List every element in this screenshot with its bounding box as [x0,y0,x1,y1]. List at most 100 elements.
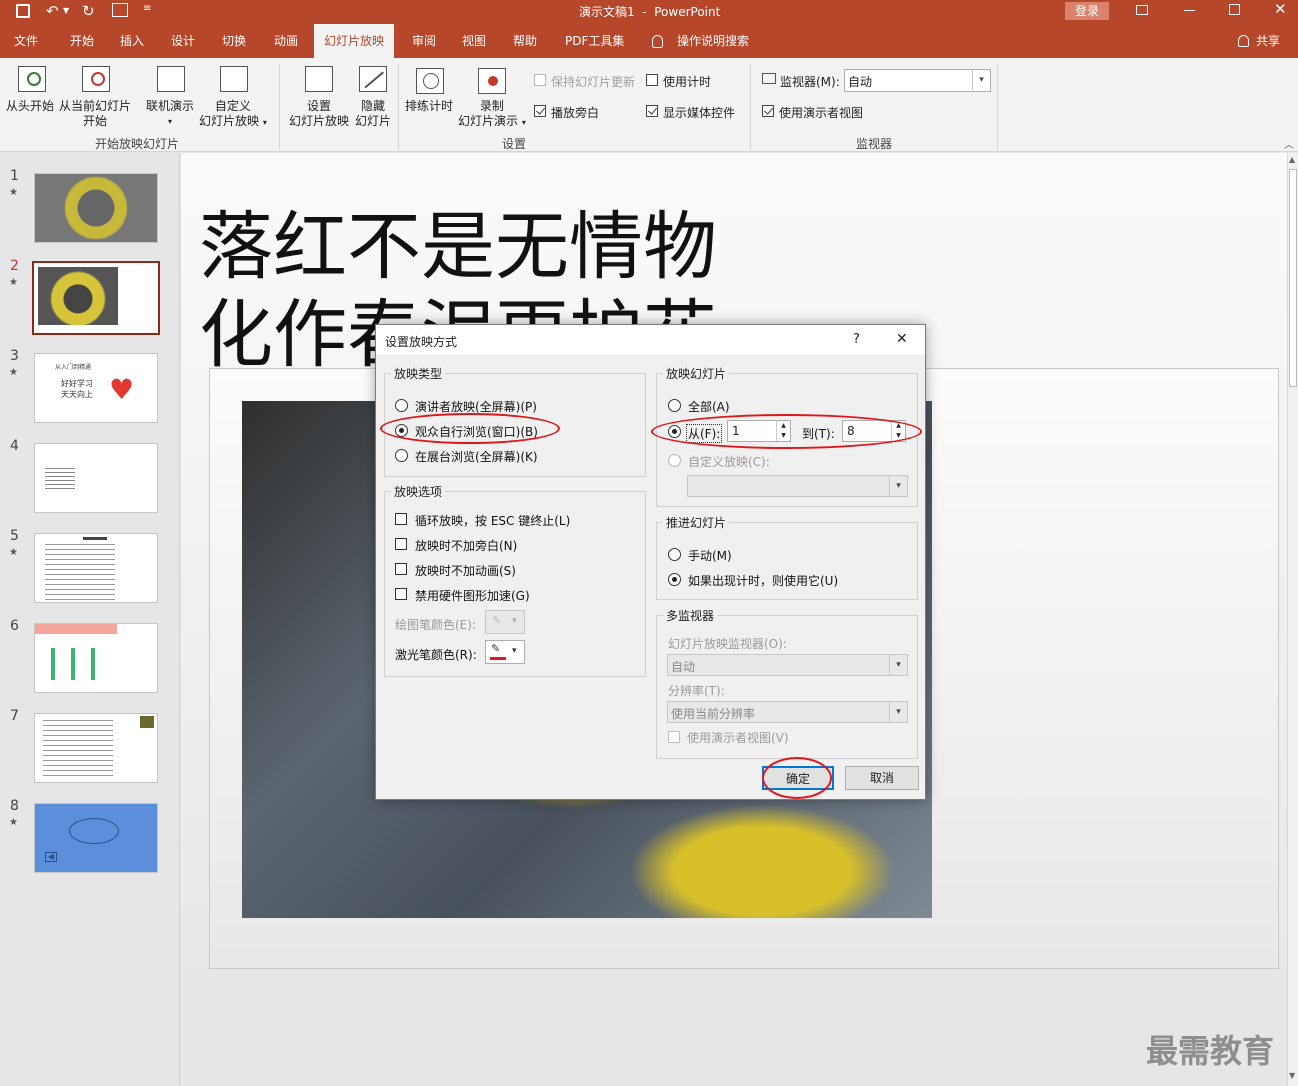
share-button[interactable]: 共享 [1256,24,1280,58]
chevron-down-icon: ▾ [889,655,907,675]
help-button[interactable]: ? [853,332,860,347]
show-media-controls-checkbox[interactable] [646,105,658,117]
all-slides-radio[interactable] [668,399,681,412]
chevron-down-icon: ▾ [512,646,517,656]
loop-checkbox[interactable] [395,513,407,525]
setup-label-1: 设置 [307,99,332,113]
play-narrations-label: 播放旁白 [551,106,600,120]
from-current-button[interactable]: 从当前幻灯片 开始 [59,99,131,129]
slide-thumbnail-2[interactable] [32,261,160,335]
tab-home[interactable]: 开始 [70,24,94,58]
no-animation-label[interactable]: 放映时不加动画(S) [415,562,516,579]
vertical-scrollbar[interactable]: ▲ ▼ [1287,153,1298,1086]
monitor-icon [762,73,776,84]
rehearse-timings-button[interactable]: 排练计时 [405,99,453,114]
redo-icon[interactable]: ↻ [82,2,95,20]
rehearse-timings-icon [416,68,444,94]
loop-label[interactable]: 循环放映，按 ESC 键终止(L) [415,512,570,529]
use-presenter-view-checkbox[interactable] [762,105,774,117]
login-button[interactable]: 登录 [1065,2,1109,20]
watermark: 最需教育 [1146,1032,1275,1070]
maximize-icon[interactable] [1229,4,1240,15]
animation-star-icon: ★ [9,187,18,198]
from-start-button[interactable]: 从头开始 [6,99,54,114]
slide-thumbnail-8[interactable]: ◀ [34,803,158,873]
no-narration-label[interactable]: 放映时不加旁白(N) [415,537,517,554]
ribbon-display-options-icon[interactable] [1136,5,1148,15]
tab-transitions[interactable]: 切换 [222,24,246,58]
scroll-down-icon[interactable]: ▼ [1289,1071,1295,1080]
hide-slide-button[interactable]: 隐藏 幻灯片 [355,99,391,129]
presenter-full-radio[interactable] [395,399,408,412]
pen-color-label: 绘图笔颜色(E): [395,618,476,632]
kiosk-radio[interactable] [395,449,408,462]
disable-hw-accel-label[interactable]: 禁用硬件图形加速(G) [415,587,530,604]
undo-icon[interactable]: ↶ [46,2,59,20]
manual-advance-label[interactable]: 手动(M) [688,547,732,564]
collapse-ribbon-icon[interactable]: ︿ [1284,136,1294,151]
no-narration-checkbox[interactable] [395,538,407,550]
tab-slideshow[interactable]: 幻灯片放映 [314,24,395,58]
use-timings-label[interactable]: 如果出现计时，则使用它(U) [688,572,838,589]
use-timings-checkbox[interactable] [646,74,658,86]
custom-show-icon [220,66,248,92]
save-icon[interactable] [16,4,30,18]
pen-color-picker: ✎ ▾ [485,610,525,634]
custom-show-radio [668,454,681,467]
tab-insert[interactable]: 插入 [120,24,144,58]
cloud-icon [69,818,119,844]
slide-thumbnail-5[interactable] [34,533,158,603]
record-slideshow-button[interactable]: 录制 幻灯片演示 ▾ [458,99,526,130]
monitor-select[interactable]: 自动 ▾ [844,69,991,92]
show-slides-legend: 放映幻灯片 [663,365,730,382]
tell-me-search[interactable]: 操作说明搜索 [677,24,749,58]
laser-color-picker[interactable]: ✎ ▾ [485,640,525,664]
close-window-icon[interactable]: ✕ [1274,0,1287,18]
monitor-value: 自动 [848,75,873,89]
slideshow-monitor-value: 自动 [671,660,696,674]
slide-thumbnail-6[interactable] [34,623,158,693]
present-online-label: 联机演示 [146,99,195,113]
all-slides-label[interactable]: 全部(A) [688,398,730,415]
disable-hw-accel-checkbox[interactable] [395,588,407,600]
tab-help[interactable]: 帮助 [513,24,537,58]
play-narrations-checkbox[interactable] [534,105,546,117]
slide-thumbnail-3[interactable]: 从入门到精通 好好学习 天天向上 ♥ [34,353,158,423]
thumb-number: 5 [10,528,19,544]
hide-slide-icon [359,66,387,92]
customize-qat-icon[interactable]: ≡ [143,3,151,14]
custom-show-button[interactable]: 自定义 幻灯片放映 ▾ [199,99,267,130]
keep-updated-label: 保持幻灯片更新 [551,75,636,89]
tab-view[interactable]: 视图 [462,24,486,58]
undo-dropdown-icon[interactable]: ▼ [63,6,69,15]
slide-thumbnail-4[interactable] [34,443,158,513]
highlight-circle [380,413,560,444]
start-slideshow-qat-icon[interactable] [112,3,128,17]
scroll-up-icon[interactable]: ▲ [1289,155,1295,164]
dialog-titlebar: 设置放映方式 ? ✕ [376,325,925,355]
no-animation-checkbox[interactable] [395,563,407,575]
close-icon[interactable]: ✕ [896,331,908,347]
record-dropdown-icon: ▾ [521,118,526,127]
present-online-button[interactable]: 联机演示 ▾ [146,99,194,129]
use-timings-radio[interactable] [668,573,681,586]
slide-thumbnail-1[interactable] [34,173,158,243]
tab-pdf-tools[interactable]: PDF工具集 [565,24,624,58]
thumb-text: 天天向上 [61,390,93,399]
tab-animations[interactable]: 动画 [274,24,298,58]
minimize-icon[interactable] [1184,10,1195,11]
resolution-select: 使用当前分辨率 ▾ [667,701,908,723]
ribbon-separator [997,64,998,150]
tab-file[interactable]: 文件 [14,24,38,58]
laser-color-label: 激光笔颜色(R): [395,648,477,662]
tab-review[interactable]: 审阅 [412,24,436,58]
tab-design[interactable]: 设计 [171,24,195,58]
slide-thumbnail-7[interactable] [34,713,158,783]
kiosk-label[interactable]: 在展台浏览(全屏幕)(K) [415,448,538,465]
cancel-button[interactable]: 取消 [845,766,919,790]
custom-show-label-2: 幻灯片放映 [199,114,260,128]
scroll-thumb[interactable] [1289,169,1297,387]
chevron-down-icon: ▾ [972,70,990,90]
setup-slideshow-button[interactable]: 设置 幻灯片放映 [289,99,349,129]
manual-advance-radio[interactable] [668,548,681,561]
